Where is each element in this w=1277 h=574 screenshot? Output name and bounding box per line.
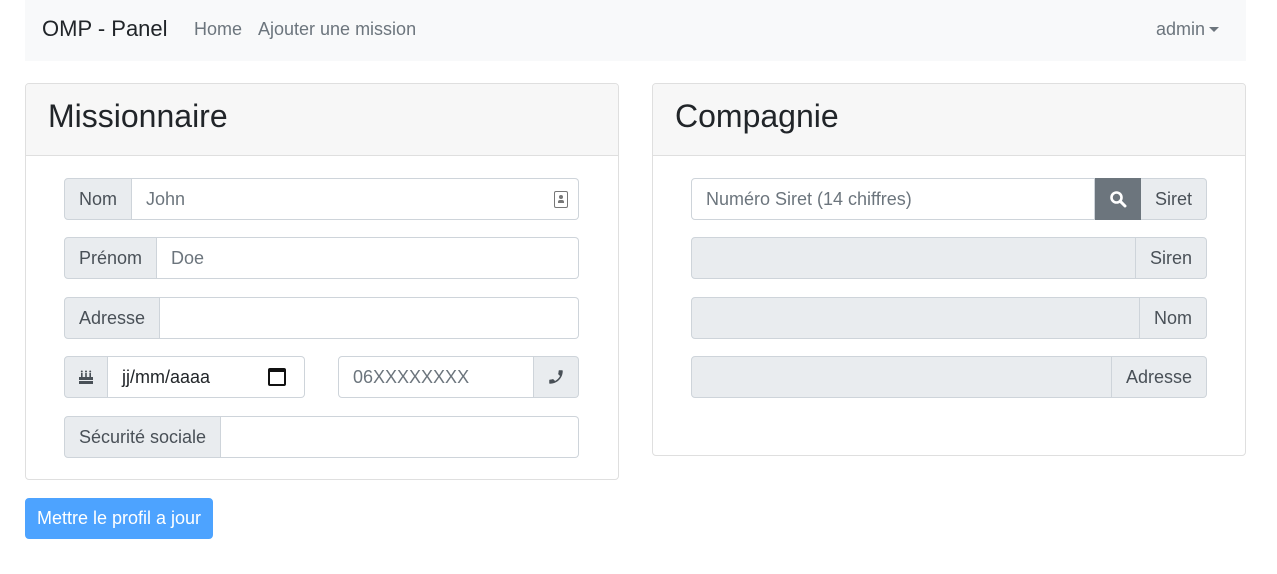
- company-nom-label: Nom: [1139, 297, 1207, 339]
- user-name: admin: [1155, 19, 1205, 39]
- caret-down-icon: [1209, 27, 1219, 32]
- nav-link-home[interactable]: Home: [194, 19, 242, 40]
- phone-group: 06XXXXXXXX: [338, 356, 579, 398]
- brand[interactable]: OMP - Panel: [42, 16, 168, 42]
- calendar-icon[interactable]: [268, 368, 286, 386]
- siret-group: Numéro Siret (14 chiffres) Siret: [691, 178, 1207, 220]
- nom-placeholder: John: [146, 188, 186, 209]
- company-adresse-label: Adresse: [1111, 356, 1207, 398]
- phone-input[interactable]: 06XXXXXXXX: [338, 356, 534, 398]
- birthdate-input[interactable]: jj/mm/aaaa: [108, 356, 305, 398]
- siren-label: Siren: [1135, 237, 1207, 279]
- missionnaire-header: Missionnaire: [26, 84, 618, 156]
- contact-card-icon: [554, 191, 568, 208]
- siret-input[interactable]: Numéro Siret (14 chiffres): [691, 178, 1095, 220]
- birthdate-group: jj/mm/aaaa: [64, 356, 305, 398]
- birthdate-placeholder: jj/mm/aaaa: [122, 366, 211, 387]
- birthday-cake-icon: [64, 356, 108, 398]
- prenom-group: Prénom Doe: [64, 237, 579, 279]
- adresse-group: Adresse: [64, 297, 579, 339]
- search-button[interactable]: [1094, 178, 1141, 220]
- company-adresse-input: [691, 356, 1112, 398]
- company-nom-group: Nom: [691, 297, 1207, 339]
- compagnie-card: Compagnie Numéro Siret (14 chiffres) Sir…: [652, 83, 1246, 456]
- siren-input: [691, 237, 1136, 279]
- search-icon: [1110, 191, 1127, 208]
- phone-placeholder: 06XXXXXXXX: [353, 366, 470, 387]
- update-profile-button[interactable]: Mettre le profil a jour: [25, 498, 213, 539]
- adresse-label: Adresse: [64, 297, 161, 339]
- company-nom-input: [691, 297, 1140, 339]
- compagnie-header: Compagnie: [653, 84, 1245, 156]
- adresse-input[interactable]: [160, 297, 579, 339]
- siret-placeholder: Numéro Siret (14 chiffres): [706, 188, 912, 209]
- company-adresse-group: Adresse: [691, 356, 1207, 398]
- compagnie-title: Compagnie: [675, 98, 839, 134]
- secu-group: Sécurité sociale: [64, 416, 579, 458]
- missionnaire-title: Missionnaire: [48, 98, 228, 134]
- user-dropdown[interactable]: admin: [1156, 19, 1219, 40]
- nav-link-add-mission[interactable]: Ajouter une mission: [258, 19, 416, 40]
- nom-label: Nom: [64, 178, 133, 220]
- prenom-placeholder: Doe: [171, 247, 205, 268]
- prenom-label: Prénom: [64, 237, 158, 279]
- secu-label: Sécurité sociale: [64, 416, 222, 458]
- phone-icon: [534, 356, 579, 398]
- siren-group: Siren: [691, 237, 1207, 279]
- secu-input[interactable]: [221, 416, 579, 458]
- navbar: OMP - Panel Home Ajouter une mission adm…: [25, 0, 1246, 61]
- nom-group: Nom John: [64, 178, 579, 220]
- prenom-input[interactable]: Doe: [157, 237, 579, 279]
- nom-input[interactable]: John: [132, 178, 579, 220]
- siret-label: Siret: [1140, 178, 1207, 220]
- missionnaire-card: Missionnaire Nom John Prénom Doe Adresse: [25, 83, 619, 480]
